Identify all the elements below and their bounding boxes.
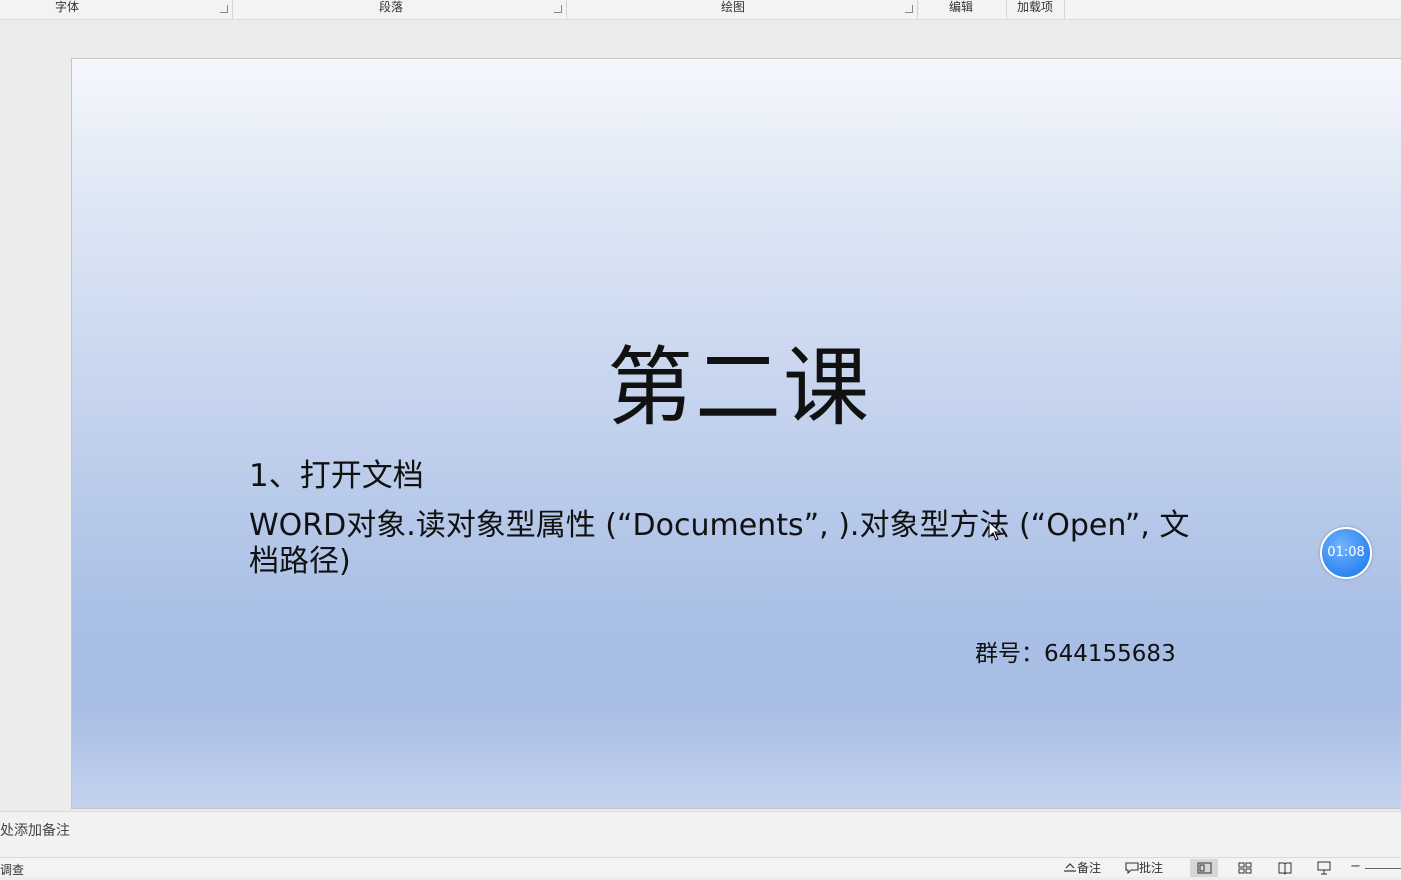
slide-group-number[interactable]: 群号：644155683 bbox=[975, 639, 1176, 669]
reading-view-icon bbox=[1278, 862, 1292, 875]
notes-placeholder: 处添加备注 bbox=[0, 823, 70, 839]
mouse-cursor-icon bbox=[988, 521, 1002, 541]
normal-view-button[interactable] bbox=[1190, 859, 1218, 877]
paragraph-dialog-launcher-icon[interactable] bbox=[554, 5, 562, 13]
notes-toggle-label: 备注 bbox=[1077, 861, 1102, 875]
comments-toggle-button[interactable]: 批注 bbox=[1125, 860, 1163, 876]
status-bar: 调查 备注 批注 − bbox=[0, 857, 1401, 877]
ribbon-group-drawing: 绘图 bbox=[566, 0, 918, 19]
ribbon-group-editing: 编辑 bbox=[917, 0, 1007, 19]
ribbon-group-addins: 加载项 bbox=[1006, 0, 1065, 19]
comments-toggle-label: 批注 bbox=[1139, 861, 1164, 875]
ribbon-group-font-label: 字体 bbox=[55, 0, 80, 14]
slide-sorter-icon bbox=[1238, 862, 1252, 874]
slide-canvas[interactable]: 第二课 1、打开文档 WORD对象.读对象型属性 (“Documents”, )… bbox=[71, 58, 1401, 809]
ribbon-group-addins-label: 加载项 bbox=[1017, 0, 1054, 14]
comment-icon bbox=[1125, 862, 1139, 875]
slide-editing-area: 第二课 1、打开文档 WORD对象.读对象型属性 (“Documents”, )… bbox=[0, 20, 1401, 810]
recording-timer[interactable]: 01:08 bbox=[1320, 527, 1372, 579]
drawing-dialog-launcher-icon[interactable] bbox=[905, 5, 913, 13]
slide-sorter-view-button[interactable] bbox=[1231, 859, 1259, 877]
ribbon-group-paragraph-label: 段落 bbox=[379, 0, 404, 14]
notes-pane[interactable]: 处添加备注 bbox=[0, 811, 1401, 857]
notes-toggle-button[interactable]: 备注 bbox=[1063, 860, 1101, 876]
slide-title[interactable]: 第二课 bbox=[69, 338, 1401, 438]
zoom-out-button[interactable]: − bbox=[1350, 859, 1361, 874]
slideshow-view-button[interactable] bbox=[1310, 859, 1338, 877]
slideshow-icon bbox=[1317, 861, 1331, 875]
ribbon-group-paragraph: 段落 bbox=[232, 0, 567, 19]
slide-body-text[interactable]: WORD对象.读对象型属性 (“Documents”, ).对象型方法 (“Op… bbox=[249, 508, 1209, 580]
ribbon-group-font: 字体 bbox=[0, 0, 233, 19]
status-left-text[interactable]: 调查 bbox=[0, 861, 24, 878]
notes-icon bbox=[1064, 863, 1076, 872]
ribbon-group-drawing-label: 绘图 bbox=[721, 0, 746, 14]
ribbon-group-labels: 字体 段落 绘图 编辑 加载项 bbox=[0, 0, 1401, 20]
font-dialog-launcher-icon[interactable] bbox=[220, 5, 228, 13]
reading-view-button[interactable] bbox=[1271, 859, 1299, 877]
ribbon-group-editing-label: 编辑 bbox=[949, 0, 974, 14]
normal-view-icon bbox=[1197, 862, 1212, 874]
zoom-slider[interactable] bbox=[1365, 868, 1401, 869]
slide-bullet-open-document[interactable]: 1、打开文档 bbox=[249, 456, 424, 496]
